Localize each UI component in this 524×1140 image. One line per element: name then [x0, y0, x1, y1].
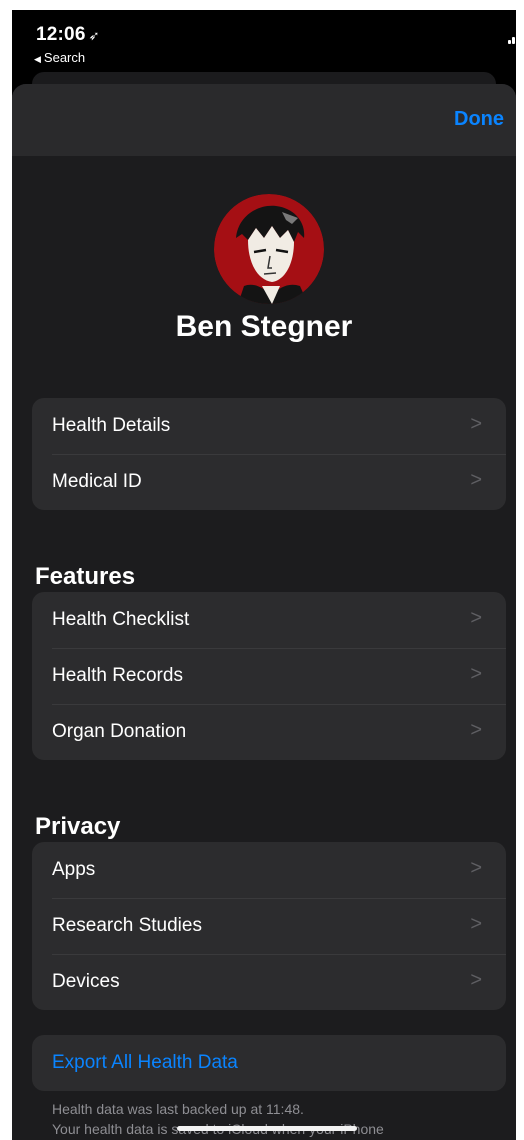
- privacy-heading: Privacy: [35, 813, 121, 840]
- done-button[interactable]: Done: [454, 108, 504, 131]
- row-label: Apps: [52, 859, 96, 880]
- features-group: Health Checklist > Health Records > Orga…: [32, 592, 506, 760]
- row-label: Medical ID: [52, 471, 142, 492]
- organ-donation-row[interactable]: Organ Donation >: [32, 704, 506, 760]
- status-bar: 12:06 ➶ ◀ Search: [12, 10, 516, 78]
- chevron-right-icon: >: [470, 607, 482, 629]
- status-time: 12:06 ➶: [36, 24, 100, 46]
- profile-name: Ben Stegner: [175, 310, 353, 343]
- chevron-right-icon: >: [470, 857, 482, 879]
- profile-avatar[interactable]: [214, 194, 324, 304]
- cellular-signal-icon: [508, 30, 516, 44]
- backup-footnote-line-1: Health data was last backed up at 11:48.: [52, 1101, 304, 1117]
- features-heading: Features: [35, 563, 136, 590]
- chevron-right-icon: >: [470, 719, 482, 741]
- back-triangle-icon: ◀: [34, 54, 41, 64]
- health-checklist-row[interactable]: Health Checklist >: [32, 592, 506, 648]
- chevron-right-icon: >: [470, 663, 482, 685]
- chevron-right-icon: >: [470, 913, 482, 935]
- status-time-text: 12:06: [36, 24, 86, 45]
- health-records-row[interactable]: Health Records >: [32, 648, 506, 704]
- sheet-nav-bar: Done: [12, 84, 516, 156]
- profile-group: Health Details > Medical ID >: [32, 398, 506, 510]
- back-app-label: Search: [43, 50, 86, 65]
- export-health-data-button[interactable]: Export All Health Data: [32, 1035, 506, 1091]
- location-arrow-icon: ➶: [88, 28, 100, 43]
- avatar-illustration: [214, 194, 324, 304]
- phone-screen: 12:06 ➶ ◀ Search Done Ben Stegner Health…: [12, 10, 516, 1140]
- home-indicator[interactable]: [177, 1126, 357, 1131]
- row-label: Research Studies: [52, 915, 202, 936]
- research-studies-row[interactable]: Research Studies >: [32, 898, 506, 954]
- account-sheet: Done Ben Stegner Health Details > Medica…: [12, 84, 516, 1140]
- row-label: Health Details: [52, 415, 171, 436]
- row-label: Health Records: [52, 665, 183, 686]
- chevron-right-icon: >: [470, 413, 482, 435]
- row-label: Devices: [52, 971, 120, 992]
- back-to-app-link[interactable]: ◀ Search: [34, 50, 85, 65]
- medical-id-row[interactable]: Medical ID >: [32, 454, 506, 510]
- row-label: Organ Donation: [52, 721, 187, 742]
- privacy-group: Apps > Research Studies > Devices >: [32, 842, 506, 1010]
- row-label: Health Checklist: [52, 609, 190, 630]
- devices-row[interactable]: Devices >: [32, 954, 506, 1010]
- chevron-right-icon: >: [470, 469, 482, 491]
- apps-row[interactable]: Apps >: [32, 842, 506, 898]
- export-label: Export All Health Data: [52, 1052, 238, 1073]
- export-group: Export All Health Data: [32, 1035, 506, 1091]
- health-details-row[interactable]: Health Details >: [32, 398, 506, 454]
- chevron-right-icon: >: [470, 969, 482, 991]
